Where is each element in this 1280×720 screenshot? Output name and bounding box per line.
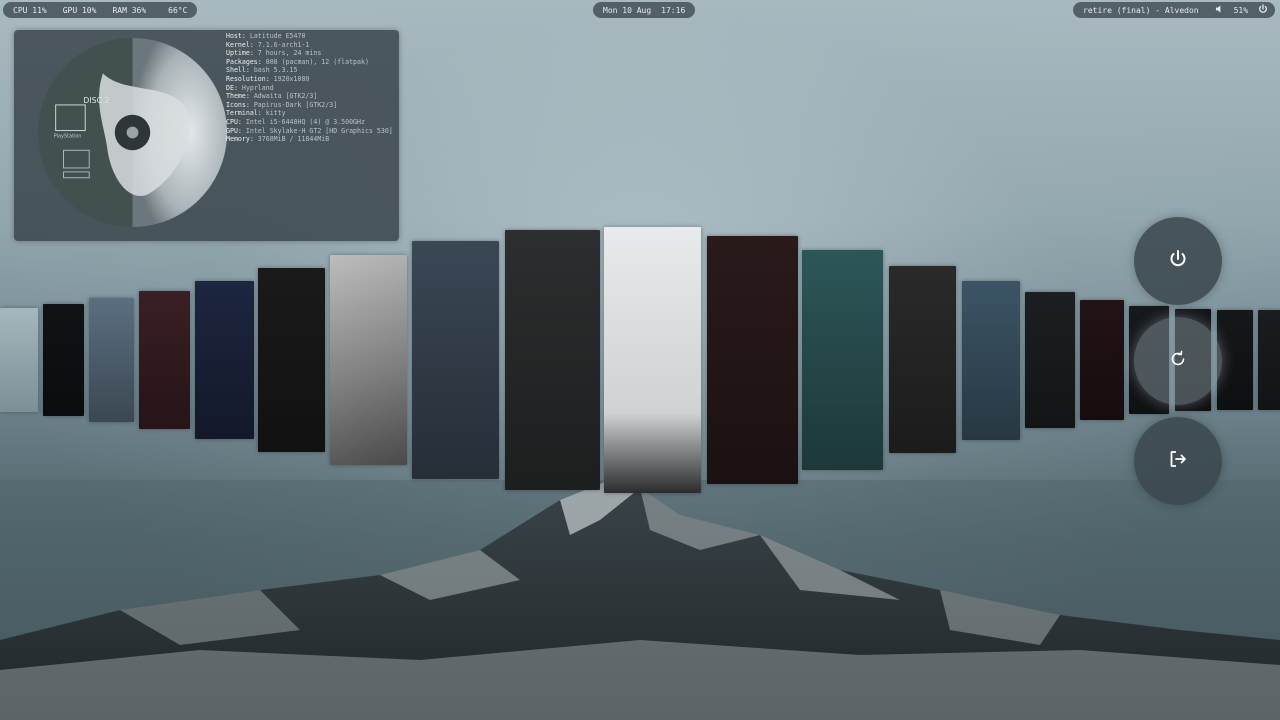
info-line: Shell: bash 5.3.15	[226, 66, 298, 75]
wallpaper-dress-figure[interactable]	[889, 266, 956, 453]
info-line: Icons: Papirus-Dark [GTK2/3]	[226, 100, 338, 109]
reboot-button[interactable]	[1134, 317, 1222, 405]
wallpaper-grey-mountain[interactable]	[330, 255, 407, 465]
system-stats-bar: CPU 11% GPU 10% RAM 36% 66°C	[3, 2, 198, 18]
clock-widget[interactable]: Mon 10 Aug 17:16	[593, 2, 696, 18]
wallpaper-city-diagonal[interactable]	[412, 241, 499, 479]
wallpaper-dark-splash[interactable]	[43, 304, 84, 416]
logout-button[interactable]	[1134, 417, 1222, 505]
info-line: GPU: Intel Skylake-H GT2 [HD Graphics 53…	[226, 126, 393, 135]
info-line: Resolution: 1920x1080	[226, 74, 310, 83]
wallpaper-teal-forest[interactable]	[802, 250, 883, 470]
ram-usage: RAM 36%	[112, 5, 147, 15]
wallpaper-edge[interactable]	[1258, 310, 1280, 410]
media-title[interactable]: retire (final) - Alvedon	[1083, 6, 1199, 15]
refresh-icon	[1168, 349, 1188, 373]
gpu-usage: GPU 10%	[62, 5, 97, 15]
power-icon[interactable]	[1258, 3, 1268, 17]
shutdown-button[interactable]	[1134, 217, 1222, 305]
volume-level[interactable]: 51%	[1234, 6, 1248, 15]
wallpaper-city-blue[interactable]	[89, 298, 134, 422]
system-info-list: Host: Latitude E5470 Kernel: 7.1.6-arch1…	[226, 32, 393, 144]
info-line: DE: Hyprland	[226, 83, 274, 92]
info-line: Kernel: 7.1.6-arch1-1	[226, 40, 310, 49]
info-line: CPU: Intel i5-6440HQ (4) @ 3.500GHz	[226, 117, 365, 126]
brand-label: PlayStation	[54, 133, 82, 139]
power-icon	[1168, 249, 1188, 273]
wallpaper-fog[interactable]	[0, 308, 38, 412]
info-line: Terminal: kitty	[226, 109, 286, 118]
cpu-usage: CPU 11%	[13, 5, 47, 15]
wallpaper-skyscraper-night[interactable]	[195, 281, 254, 439]
wallpaper-anime-portrait[interactable]	[1025, 292, 1075, 428]
speaker-icon[interactable]	[1215, 5, 1224, 15]
info-line: Memory: 3768MiB / 11844MiB	[226, 135, 330, 144]
logout-icon	[1168, 449, 1188, 473]
wallpaper-neon-street[interactable]	[962, 281, 1020, 440]
info-line: Host: Latitude E5470	[226, 32, 306, 40]
disc-label: DISC 2	[83, 96, 109, 105]
wallpaper-snow-tree[interactable]	[604, 227, 701, 493]
wallpaper-dark-red[interactable]	[707, 236, 798, 484]
playstation-disc-art: DISC 2 PlayStation	[37, 37, 228, 228]
wallpaper-window-silhouette[interactable]	[505, 230, 600, 490]
info-line: Packages: 808 (pacman), 12 (flatpak)	[226, 57, 369, 66]
info-line: Theme: Adwaita [GTK2/3]	[226, 92, 318, 101]
wallpaper-skull-figure[interactable]	[1217, 310, 1253, 410]
cpu-temperature: 66°C	[168, 5, 188, 15]
info-line: Uptime: 7 hours, 24 mins	[226, 49, 322, 58]
wallpaper-red-figure[interactable]	[139, 291, 190, 429]
time-text: 17:16	[661, 5, 686, 15]
system-fetch-panel: DISC 2 PlayStation Host: Latitude E5470 …	[14, 30, 399, 241]
wallpaper-white-figure[interactable]	[258, 268, 325, 452]
media-volume-bar: retire (final) - Alvedon 51%	[1073, 2, 1275, 18]
date-text: Mon 10 Aug	[603, 5, 652, 15]
wallpaper-red-hair[interactable]	[1080, 300, 1124, 420]
